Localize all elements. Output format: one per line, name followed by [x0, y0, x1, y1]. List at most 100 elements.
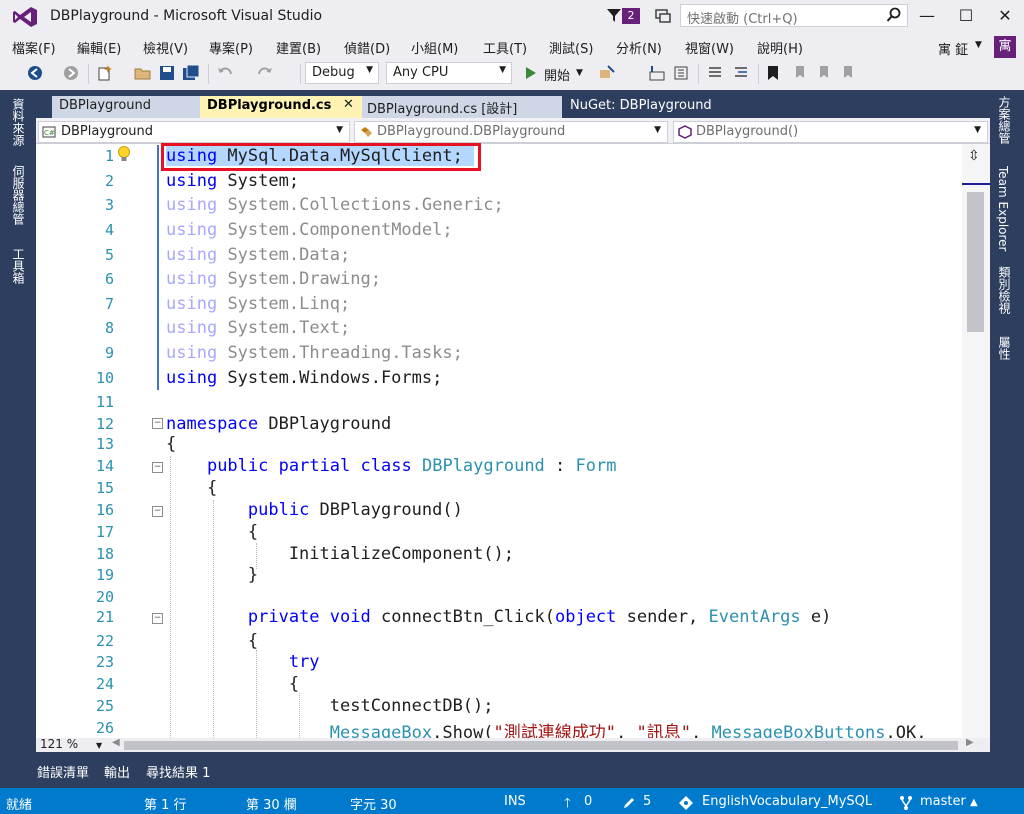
code-line[interactable]: {	[166, 434, 176, 456]
code-line[interactable]: using System.Linq;	[166, 294, 350, 316]
code-line[interactable]: testConnectDB();	[166, 696, 494, 718]
menu-team[interactable]: 小組(M)	[411, 38, 458, 57]
unpushed-count[interactable]: 0	[584, 794, 592, 809]
collapse-constructor-button[interactable]: −	[152, 506, 163, 517]
menu-tools[interactable]: 工具(T)	[483, 38, 527, 57]
redo-icon[interactable]	[256, 64, 274, 82]
configuration-dropdown[interactable]: Debug ▼	[305, 62, 379, 84]
code-line[interactable]: namespace DBPlayground	[166, 414, 391, 436]
menu-window[interactable]: 視窗(W)	[685, 38, 734, 57]
platform-dropdown[interactable]: Any CPU ▼	[386, 62, 512, 84]
collapse-method-button[interactable]: −	[152, 613, 163, 624]
code-line[interactable]: using System;	[166, 171, 299, 193]
new-project-icon[interactable]	[96, 64, 114, 82]
tab-output[interactable]: 輸出	[104, 762, 130, 781]
step-icon[interactable]	[648, 64, 666, 82]
maximize-button[interactable]: ☐	[949, 5, 983, 27]
bookmark-icon[interactable]	[764, 64, 782, 82]
menu-help[interactable]: 說明(H)	[757, 38, 803, 57]
server-explorer-tab[interactable]: 伺服器總管	[10, 165, 27, 225]
zoom-dropdown[interactable]: 121 % ▼	[38, 737, 104, 752]
menu-view[interactable]: 檢視(V)	[143, 38, 188, 57]
start-icon[interactable]	[522, 64, 540, 82]
open-folder-icon[interactable]	[134, 64, 152, 82]
data-sources-tab[interactable]: 資料來源	[10, 98, 27, 146]
menu-test[interactable]: 測試(S)	[549, 38, 593, 57]
member-dropdown[interactable]: DBPlayground() ▼	[673, 121, 988, 143]
code-line[interactable]: try	[166, 652, 320, 674]
tab-find-results[interactable]: 尋找結果 1	[146, 762, 210, 781]
tab-dbplayground[interactable]: DBPlayground	[52, 96, 200, 118]
code-line[interactable]: InitializeComponent();	[166, 544, 514, 566]
class-dropdown[interactable]: DBPlayground.DBPlayground ▼	[354, 121, 668, 143]
search-icon[interactable]	[886, 7, 902, 23]
code-line[interactable]: using System.Data;	[166, 245, 350, 267]
chevron-up-icon[interactable]: ▲	[970, 797, 978, 808]
lightbulb-icon[interactable]	[116, 145, 132, 163]
repository-name[interactable]: EnglishVocabulary_MySQL	[702, 794, 872, 809]
menu-edit[interactable]: 編輯(E)	[77, 38, 121, 57]
quick-launch-input[interactable]: 快速啟動 (Ctrl+Q)	[680, 4, 908, 27]
minimize-button[interactable]: —	[910, 5, 944, 27]
avatar[interactable]: 寓	[994, 36, 1016, 58]
prev-bookmark-icon[interactable]	[790, 64, 808, 82]
code-line[interactable]: using System.Threading.Tasks;	[166, 343, 463, 365]
split-window-icon[interactable]: ⇳	[968, 148, 980, 164]
code-line[interactable]: using System.Drawing;	[166, 269, 381, 291]
clear-bookmarks-icon[interactable]	[838, 64, 856, 82]
close-tab-icon[interactable]: ✕	[343, 97, 354, 112]
code-line[interactable]: {	[166, 478, 217, 500]
start-button[interactable]: 開始	[544, 65, 570, 84]
feedback-icon[interactable]	[654, 7, 672, 25]
user-name[interactable]: 寓 鉦	[938, 39, 968, 58]
code-line[interactable]: public DBPlayground()	[166, 500, 463, 522]
branch-name[interactable]: master	[920, 794, 966, 809]
code-line[interactable]: using System.ComponentModel;	[166, 220, 453, 242]
tab-dbplayground-designer[interactable]: DBPlayground.cs [設計]	[362, 96, 562, 118]
code-line[interactable]: MessageBox.Show("測試連線成功", "訊息", MessageB…	[166, 718, 927, 743]
format-icon[interactable]	[672, 64, 690, 82]
save-icon[interactable]	[158, 64, 176, 82]
code-line[interactable]: private void connectBtn_Click(object sen…	[166, 607, 831, 629]
menu-analyze[interactable]: 分析(N)	[616, 38, 662, 57]
code-line[interactable]: public partial class DBPlayground : Form	[166, 456, 617, 478]
menu-build[interactable]: 建置(B)	[276, 38, 321, 57]
pending-changes-count[interactable]: 5	[643, 794, 651, 809]
filter-icon[interactable]	[606, 7, 622, 23]
back-icon[interactable]	[26, 64, 44, 82]
collapse-namespace-button[interactable]: −	[152, 418, 163, 429]
tab-error-list[interactable]: 錯誤清單	[37, 762, 89, 781]
menu-file[interactable]: 檔案(F)	[12, 38, 56, 57]
class-view-tab[interactable]: 類別檢視	[996, 266, 1013, 314]
notification-badge[interactable]: 2	[622, 8, 640, 24]
chevron-down-icon[interactable]: ▼	[576, 68, 583, 78]
arrow-up-icon[interactable]: 🡑	[564, 794, 571, 814]
uncomment-icon[interactable]	[732, 64, 750, 82]
horizontal-scrollbar-thumb[interactable]	[124, 741, 958, 750]
next-bookmark-icon[interactable]	[814, 64, 832, 82]
repository-icon[interactable]	[678, 795, 694, 811]
toolbox-tab[interactable]: 工具箱	[10, 248, 27, 284]
code-line[interactable]: using System.Windows.Forms;	[166, 368, 442, 390]
undo-icon[interactable]	[216, 64, 234, 82]
scroll-right-icon[interactable]: ▶	[966, 737, 974, 748]
solution-explorer-tab[interactable]: 方案總管	[996, 96, 1013, 144]
code-line[interactable]: {	[166, 631, 258, 653]
scrollbar-thumb[interactable]	[967, 192, 984, 332]
tab-nuget[interactable]: NuGet: DBPlayground	[562, 96, 762, 118]
close-button[interactable]: ✕	[988, 5, 1022, 27]
project-dropdown[interactable]: DBPlayground ▼	[38, 121, 350, 143]
code-line[interactable]: using System.Collections.Generic;	[166, 195, 504, 217]
properties-tab[interactable]: 屬性	[996, 336, 1013, 360]
pencil-icon[interactable]	[622, 796, 636, 810]
scroll-left-icon[interactable]: ◀	[112, 737, 120, 748]
tab-dbplayground-cs[interactable]: DBPlayground.cs	[200, 96, 362, 118]
chevron-down-icon[interactable]: ▼	[975, 40, 982, 50]
save-all-icon[interactable]	[182, 64, 200, 82]
menu-project[interactable]: 專案(P)	[209, 38, 253, 57]
code-line[interactable]: }	[166, 565, 258, 587]
browser-link-icon[interactable]	[598, 64, 616, 82]
forward-icon[interactable]	[62, 64, 80, 82]
code-line[interactable]: {	[166, 674, 299, 696]
branch-icon[interactable]	[898, 795, 914, 811]
